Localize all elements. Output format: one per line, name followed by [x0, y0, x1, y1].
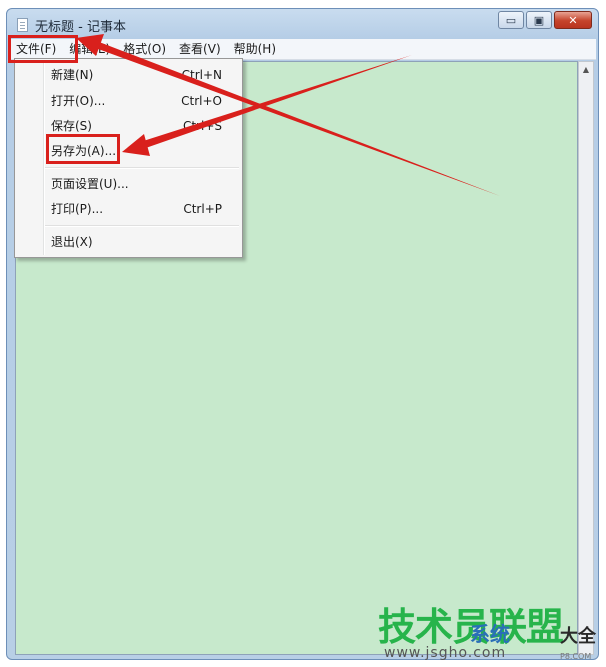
window-title: 无标题 - 记事本 [35, 20, 126, 35]
menu-item-shortcut: Ctrl+N [181, 68, 222, 82]
menu-format[interactable]: 格式(O) [116, 39, 172, 59]
menu-item-page-setup[interactable]: 页面设置(U)... [51, 174, 222, 194]
vertical-scrollbar[interactable]: ▲ [578, 61, 594, 655]
window-controls: ▭ ▣ ✕ [496, 11, 592, 29]
menu-help[interactable]: 帮助(H) [227, 39, 282, 59]
menu-item-open[interactable]: 打开(O)... Ctrl+O [51, 91, 222, 111]
menu-item-label: 页面设置(U)... [51, 177, 129, 191]
menu-item-print[interactable]: 打印(P)... Ctrl+P [51, 199, 222, 219]
menu-item-label: 退出(X) [51, 235, 93, 249]
menu-bar: 文件(F) 编辑(E) 格式(O) 查看(V) 帮助(H) [9, 39, 596, 60]
title-bar[interactable]: 无标题 - 记事本 ▭ ▣ ✕ [7, 9, 598, 39]
maximize-icon[interactable]: ▣ [526, 11, 552, 29]
watermark-dark: 大全 [560, 626, 596, 647]
notepad-icon [17, 18, 28, 32]
menu-item-save[interactable]: 保存(S) Ctrl+S [51, 116, 222, 136]
menu-separator [45, 225, 239, 227]
close-icon[interactable]: ✕ [554, 11, 592, 29]
watermark-small: P8.COM [560, 652, 592, 661]
menu-item-label: 打开(O)... [51, 94, 106, 108]
menu-item-label: 保存(S) [51, 119, 92, 133]
menu-item-shortcut: Ctrl+O [181, 94, 222, 108]
watermark-blue: 系统 [470, 622, 510, 646]
save-as-highlight-box [46, 134, 120, 164]
minimize-icon[interactable]: ▭ [498, 11, 524, 29]
menu-view[interactable]: 查看(V) [172, 39, 227, 59]
menu-item-shortcut: Ctrl+S [182, 119, 222, 133]
watermark-url: www.jsgho.com [384, 645, 507, 661]
menu-item-exit[interactable]: 退出(X) [51, 232, 222, 252]
menu-item-label: 新建(N) [51, 68, 94, 82]
file-menu-highlight-box [8, 35, 78, 63]
menu-item-shortcut: Ctrl+P [183, 202, 222, 216]
menu-item-new[interactable]: 新建(N) Ctrl+N [51, 65, 222, 85]
menu-separator [45, 167, 239, 169]
scroll-up-arrow-icon[interactable]: ▲ [579, 62, 593, 78]
menu-item-label: 打印(P)... [51, 202, 104, 216]
